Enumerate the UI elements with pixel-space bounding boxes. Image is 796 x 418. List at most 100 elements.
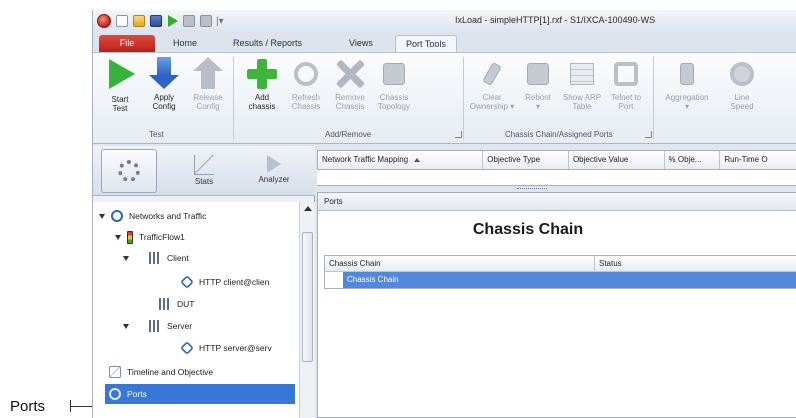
server-icon [149,320,161,332]
tree-node-label: TrafficFlow1 [139,232,185,242]
callout-label: Ports [10,397,46,415]
column-header-objective-value[interactable]: Objective Value [569,151,665,169]
broom-icon [482,61,502,87]
column-header-network-traffic-mapping[interactable]: Network Traffic Mapping [318,151,484,169]
tree-node-label: DUT [177,299,195,309]
group-separator [463,57,464,139]
apply-config-label: Apply Config [152,93,176,111]
stop-icon[interactable] [183,15,195,27]
qat-customize-icon[interactable]: |▾ [216,16,224,27]
tab-analyzer[interactable]: Analyzer [243,149,305,193]
client-icon [159,298,171,310]
reboot-icon [527,63,549,85]
ports-panel-header: Ports [318,193,796,211]
tree-node-server[interactable]: Server [123,316,192,336]
tab-configuration[interactable] [101,149,157,193]
scroll-thumb[interactable] [302,232,313,362]
refresh-chassis-button[interactable]: Refresh Chassis [283,57,329,111]
group-separator [653,57,654,139]
chassis-topology-button[interactable]: Chassis Topology [371,57,417,111]
collapse-arrow-icon[interactable] [99,213,105,219]
ribbon-tabs: File Home Results / Reports Views Port T… [93,32,796,52]
collapse-arrow-icon[interactable] [123,323,129,329]
pause-icon[interactable] [200,15,212,27]
tree-node-networks-and-traffic[interactable]: Networks and Traffic [99,206,206,226]
release-arrow-icon [193,57,223,89]
left-navigation-pane: Stats Analyzer Networks and Traffic Traf… [93,146,315,418]
tree-node-client[interactable]: Client [123,248,189,268]
remove-chassis-button[interactable]: Remove Chassis [327,57,373,111]
network-icon [111,210,123,222]
analyzer-icon [267,155,281,173]
protocol-icon [180,275,194,289]
timeline-icon [109,366,121,378]
aggregation-icon [680,63,694,85]
tree-node-label: HTTP server@serv [199,343,272,353]
run-icon[interactable] [168,15,178,27]
traffic-light-icon [127,230,133,244]
tree-node-label: Server [167,321,193,331]
collapse-arrow-icon[interactable] [123,255,129,261]
group-label-chassis-chain: Chassis Chain/Assigned Ports [505,130,613,139]
play-icon [109,59,135,89]
tab-stats[interactable]: Stats [173,149,235,193]
show-arp-table-label: Show ARP Table [562,93,602,111]
chassis-chain-row-cell[interactable]: Chassis Chain [343,272,796,288]
tree-node-http-client[interactable]: HTTP client@clien [180,272,269,292]
tree-node-ports[interactable]: Ports [105,384,295,404]
line-speed-button[interactable]: Line Speed [719,57,765,111]
reboot-button[interactable]: Reboot ▾ [515,57,561,111]
stats-tab-label: Stats [194,177,214,186]
telnet-to-port-button[interactable]: Telnet to Port [603,57,649,111]
save-icon[interactable] [150,15,162,27]
new-file-icon[interactable] [116,15,128,27]
group-separator [233,57,234,139]
scroll-up-arrow-icon[interactable] [304,206,312,211]
column-header-objective-type[interactable]: Objective Type [483,151,569,169]
chassis-topology-label: Chassis Topology [377,93,411,111]
refresh-icon [294,62,318,86]
tree-scrollbar[interactable] [299,202,315,418]
table-row[interactable]: Chassis Chain [325,272,796,288]
tree-node-label: Networks and Traffic [129,211,207,221]
column-header-chassis-chain[interactable]: Chassis Chain [325,256,595,271]
clear-ownership-button[interactable]: Clear Ownership ▾ [469,57,515,111]
add-chassis-button[interactable]: Add chassis [239,57,285,111]
tree-node-label: Ports [127,389,147,399]
column-header-run-time[interactable]: Run-Time O [720,151,796,169]
chassis-chain-table-header: Chassis Chain Status [325,256,796,272]
reboot-label: Reboot ▾ [525,93,551,111]
tree-node-http-server[interactable]: HTTP server@serv [180,338,272,358]
tree-node-trafficflow1[interactable]: TrafficFlow1 [115,227,185,247]
show-arp-table-button[interactable]: Show ARP Table [559,57,605,111]
aggregation-button[interactable]: Aggregation ▾ [659,57,715,111]
add-chassis-label: Add chassis [248,93,276,111]
tab-port-tools[interactable]: Port Tools [395,35,457,52]
tab-file[interactable]: File [99,35,155,52]
ribbon: Start Test Apply Config Release Config Add c… [93,52,796,144]
refresh-chassis-label: Refresh Chassis [291,93,321,111]
chassis-chain-table: Chassis Chain Status Chassis Chain [324,255,796,289]
topology-icon [383,63,405,85]
tree-node-dut[interactable]: DUT [159,294,194,314]
line-speed-icon [730,62,754,86]
release-config-button[interactable]: Release Config [185,57,231,111]
tree-node-timeline-and-objective[interactable]: Timeline and Objective [109,362,213,382]
tab-views[interactable]: Views [339,35,383,52]
collapse-arrow-icon[interactable] [115,234,121,240]
apply-config-button[interactable]: Apply Config [141,57,187,111]
ports-callout: Ports [10,396,100,416]
chassis-chain-launcher-icon[interactable] [645,131,652,138]
tree-node-label: Timeline and Objective [127,367,214,377]
column-header-percent-objective[interactable]: % Obje... [665,151,721,169]
add-remove-launcher-icon[interactable] [455,131,462,138]
column-header-status[interactable]: Status [595,256,796,271]
tab-results-reports[interactable]: Results / Reports [223,35,312,52]
app-orb-icon[interactable] [97,14,111,28]
config-tree: Networks and Traffic TrafficFlow1 Client… [93,202,299,418]
start-test-button[interactable]: Start Test [97,57,143,113]
open-folder-icon[interactable] [133,15,145,27]
tab-home[interactable]: Home [163,35,207,52]
window-title: IxLoad - simpleHTTP[1].rxf - S1/IXCA-100… [455,15,656,25]
traffic-grid-header: Network Traffic Mapping Objective Type O… [317,150,796,170]
